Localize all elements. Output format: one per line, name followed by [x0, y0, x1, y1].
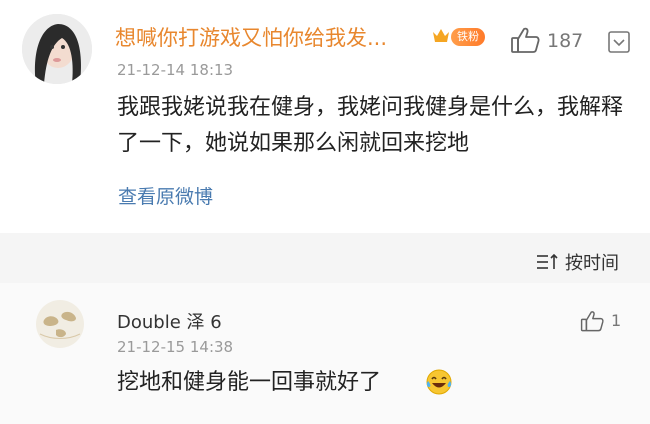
- view-original-link[interactable]: 查看原微博: [118, 182, 213, 209]
- reply-avatar[interactable]: [36, 300, 84, 348]
- laughing-crying-emoji-icon: [425, 368, 453, 396]
- reply-commenter-name[interactable]: Double 泽 6: [117, 308, 222, 334]
- crown-icon: [432, 28, 450, 44]
- thumbs-up-icon[interactable]: [510, 26, 540, 54]
- reply-like-count: 1: [611, 311, 622, 330]
- sort-by-time-button[interactable]: 按时间: [535, 249, 619, 275]
- like-count: 187: [547, 30, 584, 52]
- avatar[interactable]: [22, 14, 92, 84]
- comment-text: 我跟我姥说我在健身，我姥问我健身是什么，我解释了一下，她说如果那么闲就回来挖地: [117, 95, 624, 156]
- comment-timestamp: 21-12-14 18:13: [117, 61, 234, 79]
- main-comment: 想喊你打游戏又怕你给我发... 铁粉 187 21-12-14 18:13 我跟…: [0, 0, 650, 233]
- sort-icon: [535, 252, 559, 272]
- fan-badge: 铁粉: [451, 28, 485, 46]
- more-options-icon[interactable]: [607, 30, 631, 54]
- reply-text: 挖地和健身能一回事就好了: [117, 370, 382, 395]
- reply-timestamp: 21-12-15 14:38: [117, 338, 234, 356]
- reply-thumbs-up-icon[interactable]: [580, 309, 604, 333]
- commenter-name[interactable]: 想喊你打游戏又怕你给我发...: [115, 22, 387, 52]
- reply-comment: [0, 283, 650, 424]
- sort-label: 按时间: [565, 253, 619, 274]
